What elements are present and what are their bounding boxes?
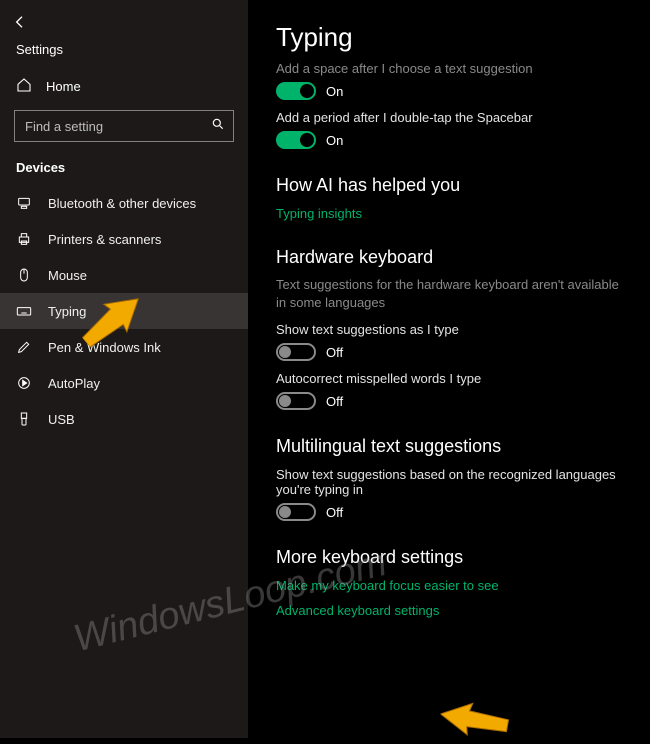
sidebar-item-usb[interactable]: USB — [0, 401, 248, 437]
sidebar-item-printers[interactable]: Printers & scanners — [0, 221, 248, 257]
usb-icon — [16, 411, 32, 427]
toggle-state: Off — [326, 394, 343, 409]
link-typing-insights[interactable]: Typing insights — [276, 206, 622, 221]
section-heading-more: More keyboard settings — [276, 547, 622, 568]
toggle-switch[interactable] — [276, 343, 316, 361]
section-heading-hardware: Hardware keyboard — [276, 247, 622, 268]
category-heading: Devices — [16, 160, 232, 175]
toggle-state: Off — [326, 505, 343, 520]
search-box[interactable] — [14, 110, 234, 142]
sidebar-item-label: USB — [48, 412, 75, 427]
printer-icon — [16, 231, 32, 247]
toggle-add-space[interactable]: On — [276, 82, 622, 100]
setting-label: Show text suggestions as I type — [276, 322, 622, 337]
home-icon — [16, 77, 32, 96]
sidebar-item-bluetooth[interactable]: Bluetooth & other devices — [0, 185, 248, 221]
keyboard-icon — [16, 303, 32, 319]
app-title: Settings — [16, 42, 248, 57]
toggle-state: On — [326, 84, 343, 99]
bluetooth-icon — [16, 195, 32, 211]
sidebar-item-label: Printers & scanners — [48, 232, 161, 247]
setting-label: Add a period after I double-tap the Spac… — [276, 110, 622, 125]
search-input[interactable] — [23, 118, 207, 135]
section-heading-ai: How AI has helped you — [276, 175, 622, 196]
link-advanced-keyboard[interactable]: Advanced keyboard settings — [276, 603, 622, 618]
sidebar-item-autoplay[interactable]: AutoPlay — [0, 365, 248, 401]
content-pane: Typing Add a space after I choose a text… — [248, 0, 650, 738]
page-title: Typing — [276, 22, 622, 53]
home-nav[interactable]: Home — [0, 69, 248, 104]
truncated-setting-label: Add a space after I choose a text sugges… — [276, 61, 622, 76]
mouse-icon — [16, 267, 32, 283]
section-heading-multilingual: Multilingual text suggestions — [276, 436, 622, 457]
section-description: Text suggestions for the hardware keyboa… — [276, 276, 622, 312]
back-button[interactable] — [4, 6, 36, 38]
search-icon — [211, 117, 225, 136]
toggle-state: Off — [326, 345, 343, 360]
toggle-switch[interactable] — [276, 392, 316, 410]
home-label: Home — [46, 79, 81, 94]
toggle-autocorrect[interactable]: Off — [276, 392, 622, 410]
link-keyboard-focus[interactable]: Make my keyboard focus easier to see — [276, 578, 622, 593]
autoplay-icon — [16, 375, 32, 391]
setting-label: Show text suggestions based on the recog… — [276, 467, 622, 497]
sidebar-item-label: Mouse — [48, 268, 87, 283]
toggle-state: On — [326, 133, 343, 148]
sidebar-item-label: AutoPlay — [48, 376, 100, 391]
setting-label: Autocorrect misspelled words I type — [276, 371, 622, 386]
toggle-switch[interactable] — [276, 82, 316, 100]
settings-sidebar: Settings Home Devices Bluetooth & other … — [0, 0, 248, 738]
toggle-add-period[interactable]: On — [276, 131, 622, 149]
toggle-switch[interactable] — [276, 503, 316, 521]
sidebar-item-label: Bluetooth & other devices — [48, 196, 196, 211]
toggle-multilingual[interactable]: Off — [276, 503, 622, 521]
toggle-hw-suggestions[interactable]: Off — [276, 343, 622, 361]
toggle-switch[interactable] — [276, 131, 316, 149]
pen-icon — [16, 339, 32, 355]
sidebar-item-label: Typing — [48, 304, 86, 319]
